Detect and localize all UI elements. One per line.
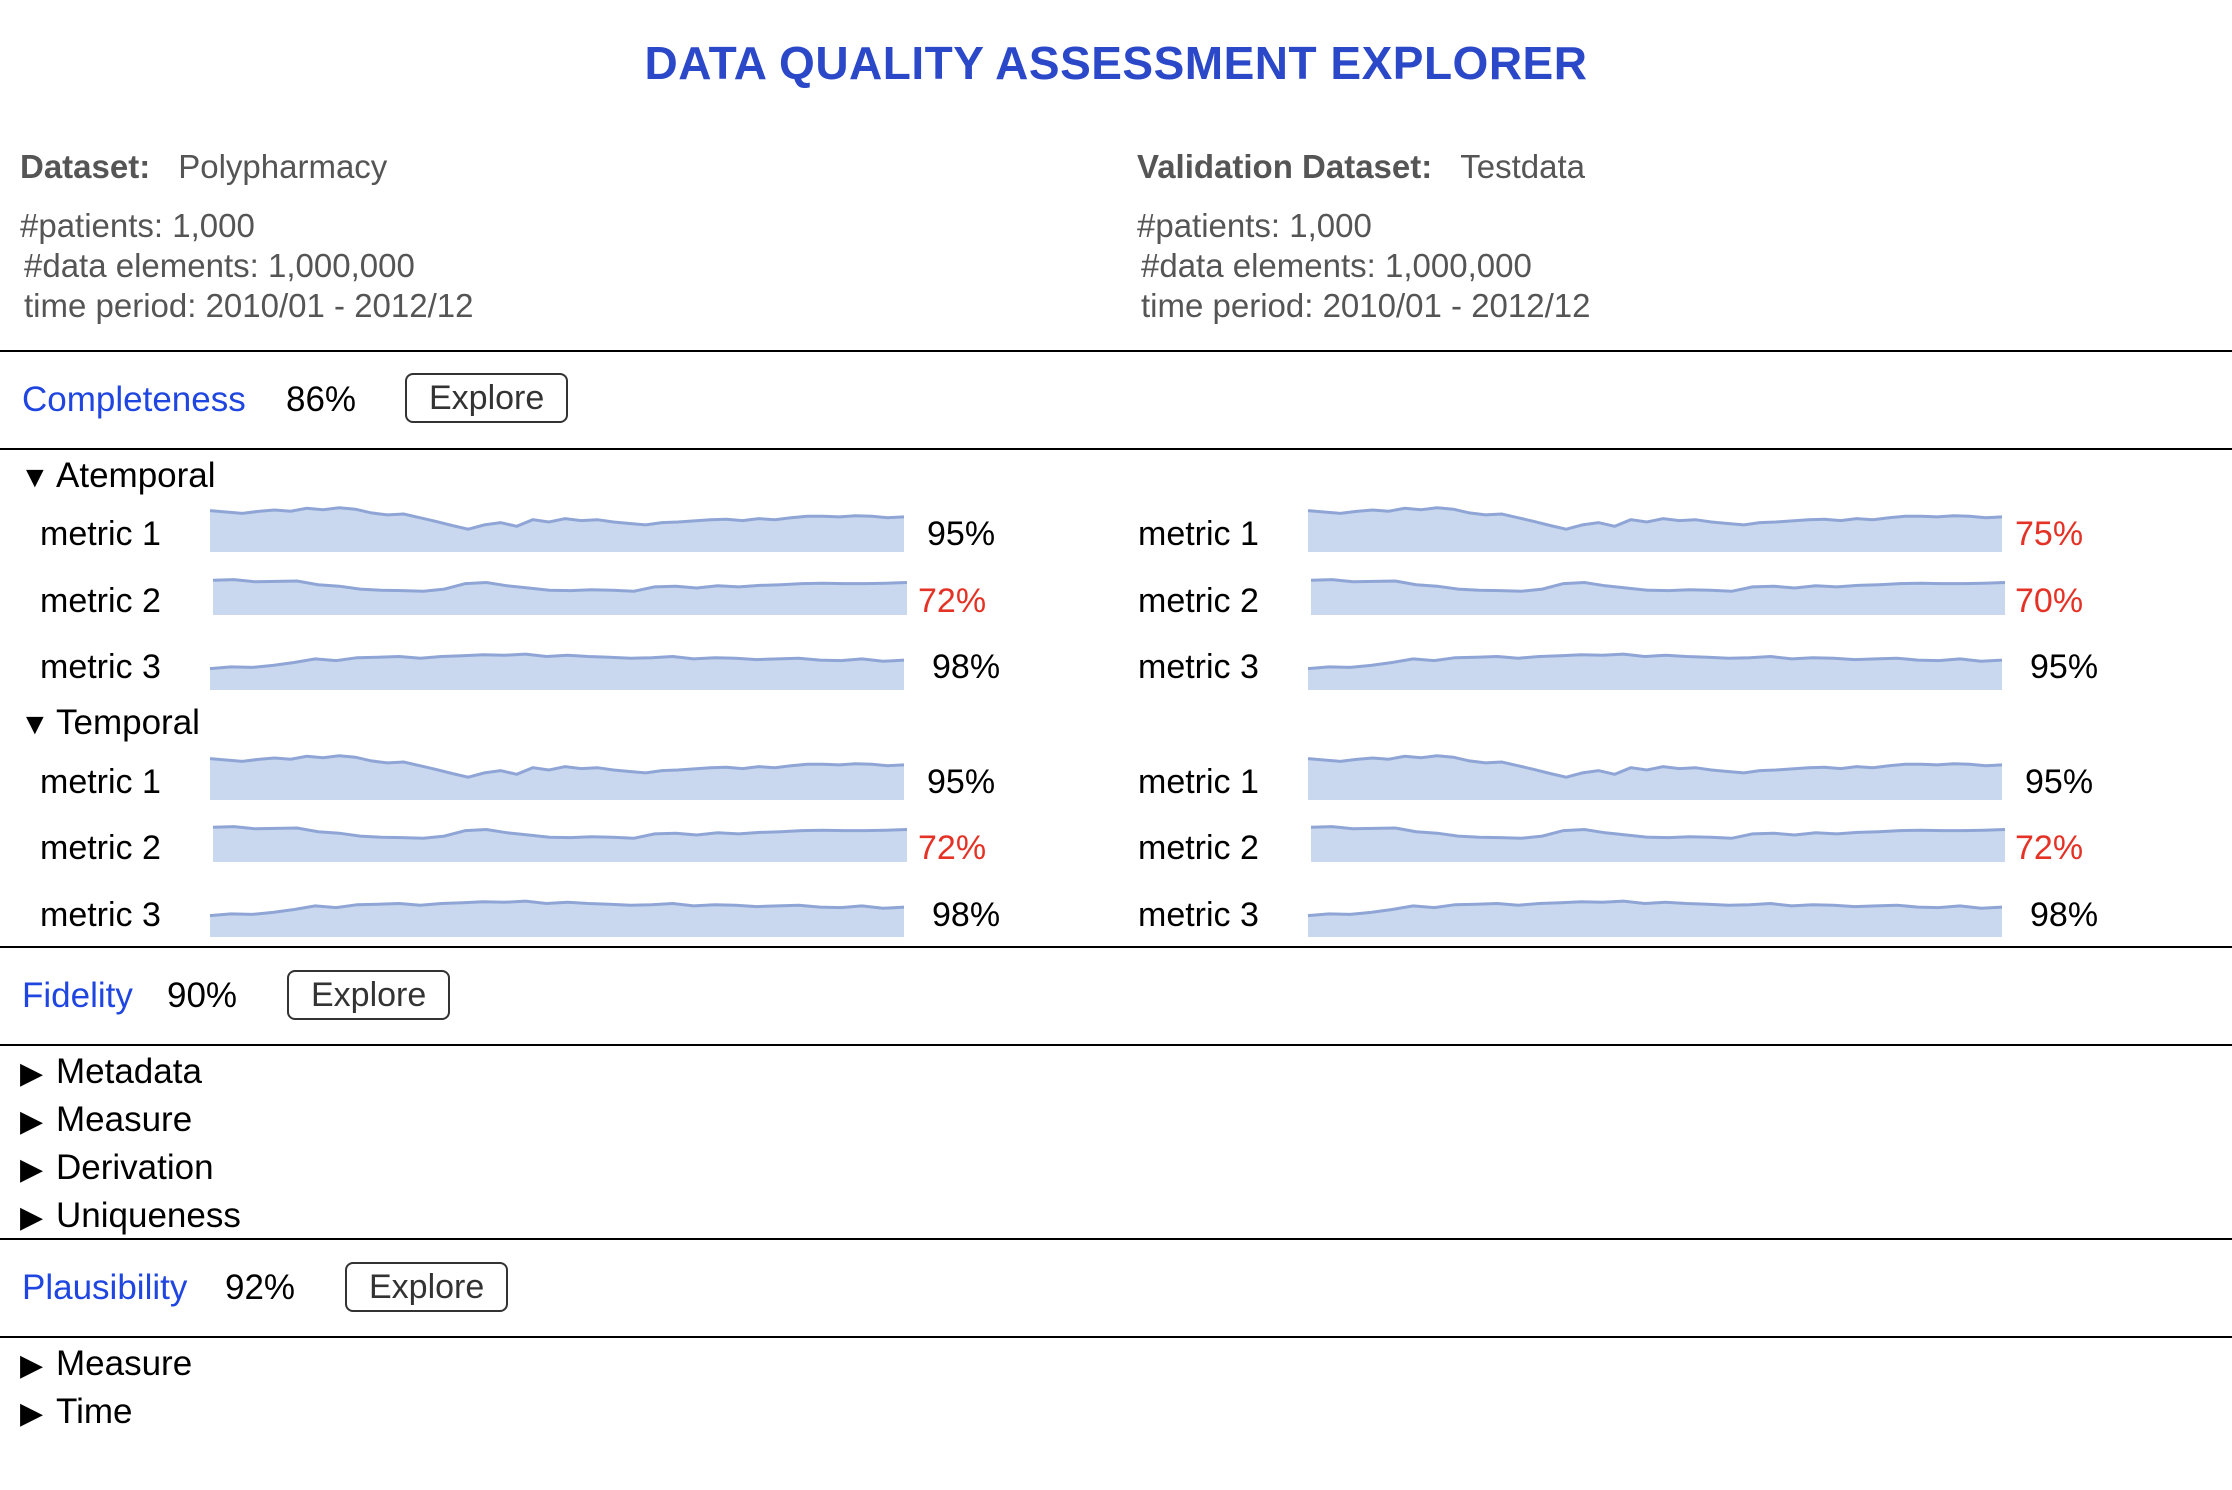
metric-label: metric 3 bbox=[40, 648, 161, 686]
metric-value: 98% bbox=[2030, 896, 2099, 934]
sparkline-chart bbox=[1307, 754, 2003, 800]
completeness-link[interactable]: Completeness bbox=[22, 380, 246, 420]
validation-name: Testdata bbox=[1460, 148, 1585, 185]
page-title: DATA QUALITY ASSESSMENT EXPLORER bbox=[644, 37, 1588, 89]
triangle-right-icon: ▶ bbox=[20, 1105, 44, 1138]
sparkline-chart bbox=[209, 652, 905, 690]
sparkline-chart bbox=[209, 754, 905, 800]
fidelity-score: 90% bbox=[167, 976, 238, 1015]
sparkline-chart bbox=[1310, 825, 2006, 862]
group-measure[interactable]: ▶ Measure bbox=[20, 1344, 192, 1384]
triangle-right-icon: ▶ bbox=[20, 1397, 44, 1430]
plausibility-link[interactable]: Plausibility bbox=[22, 1268, 187, 1308]
metric-label: metric 1 bbox=[1138, 515, 1259, 553]
metric-value: 95% bbox=[927, 763, 996, 801]
sparkline-chart bbox=[212, 578, 908, 615]
triangle-down-icon: ▼ bbox=[20, 708, 50, 741]
metric-label: metric 2 bbox=[1138, 829, 1259, 867]
completeness-explore-button[interactable]: Explore bbox=[405, 373, 569, 423]
dataset-name: Polypharmacy bbox=[178, 148, 388, 185]
sparkline-area bbox=[210, 755, 904, 800]
completeness-score: 86% bbox=[286, 380, 357, 419]
metric-value: 72% bbox=[918, 582, 987, 620]
validation-elements: #data elements: 1,000,000 bbox=[1141, 247, 1532, 284]
dataset-period: time period: 2010/01 - 2012/12 bbox=[24, 287, 474, 324]
dataset-info: Dataset: Polypharmacy bbox=[20, 148, 387, 186]
metric-value: 95% bbox=[2030, 648, 2099, 686]
sparkline-area bbox=[210, 507, 904, 552]
sparkline-chart bbox=[1307, 652, 2003, 690]
metric-value: 72% bbox=[2015, 829, 2084, 867]
sparkline-chart bbox=[209, 506, 905, 552]
triangle-right-icon: ▶ bbox=[20, 1057, 44, 1090]
group-measure[interactable]: ▶ Measure bbox=[20, 1100, 192, 1140]
validation-label: Validation Dataset: bbox=[1137, 148, 1433, 185]
sparkline-chart bbox=[1307, 506, 2003, 552]
validation-patients: #patients: 1,000 bbox=[1137, 207, 1372, 244]
group-uniqueness[interactable]: ▶ Uniqueness bbox=[20, 1196, 241, 1236]
sparkline-chart bbox=[209, 899, 905, 937]
metric-value: 98% bbox=[932, 648, 1001, 686]
group-atemporal[interactable]: ▼ Atemporal bbox=[20, 456, 216, 496]
triangle-right-icon: ▶ bbox=[20, 1153, 44, 1186]
metric-value: 95% bbox=[927, 515, 996, 553]
triangle-right-icon: ▶ bbox=[20, 1201, 44, 1234]
metric-value: 72% bbox=[918, 829, 987, 867]
dataset-label: Dataset: bbox=[20, 148, 151, 185]
metric-value: 95% bbox=[2025, 763, 2094, 801]
fidelity-link[interactable]: Fidelity bbox=[22, 976, 133, 1016]
group-label: Measure bbox=[56, 1344, 193, 1383]
group-label: Derivation bbox=[56, 1148, 214, 1187]
metric-label: metric 2 bbox=[40, 829, 161, 867]
metric-label: metric 2 bbox=[40, 582, 161, 620]
group-label: Measure bbox=[56, 1100, 193, 1139]
metric-label: metric 2 bbox=[1138, 582, 1259, 620]
metric-label: metric 1 bbox=[40, 515, 161, 553]
group-label: Metadata bbox=[56, 1052, 202, 1091]
metric-label: metric 3 bbox=[40, 896, 161, 934]
sparkline-chart bbox=[1310, 578, 2006, 615]
fidelity-explore-button[interactable]: Explore bbox=[287, 970, 451, 1020]
group-derivation[interactable]: ▶ Derivation bbox=[20, 1148, 214, 1188]
plausibility-header bbox=[0, 1238, 2232, 1338]
group-temporal[interactable]: ▼ Temporal bbox=[20, 703, 200, 743]
group-label: Uniqueness bbox=[56, 1196, 241, 1235]
metric-label: metric 3 bbox=[1138, 648, 1259, 686]
metric-label: metric 3 bbox=[1138, 896, 1259, 934]
sparkline-chart bbox=[1307, 899, 2003, 937]
triangle-down-icon: ▼ bbox=[20, 461, 50, 494]
triangle-right-icon: ▶ bbox=[20, 1349, 44, 1382]
group-label: Time bbox=[56, 1392, 133, 1431]
metric-label: metric 1 bbox=[40, 763, 161, 801]
sparkline-chart bbox=[212, 825, 908, 862]
metric-value: 70% bbox=[2015, 582, 2084, 620]
group-label: Temporal bbox=[56, 703, 200, 742]
group-label: Atemporal bbox=[56, 456, 216, 495]
dataset-elements: #data elements: 1,000,000 bbox=[24, 247, 415, 284]
group-metadata[interactable]: ▶ Metadata bbox=[20, 1052, 202, 1092]
plausibility-score: 92% bbox=[225, 1268, 296, 1307]
sparkline-area bbox=[1308, 507, 2002, 552]
metric-value: 98% bbox=[932, 896, 1001, 934]
plausibility-explore-button[interactable]: Explore bbox=[345, 1262, 509, 1312]
validation-info: Validation Dataset: Testdata bbox=[1137, 148, 1585, 186]
dataset-patients: #patients: 1,000 bbox=[20, 207, 255, 244]
validation-period: time period: 2010/01 - 2012/12 bbox=[1141, 287, 1591, 324]
group-time[interactable]: ▶ Time bbox=[20, 1392, 132, 1432]
sparkline-area bbox=[1308, 755, 2002, 800]
metric-label: metric 1 bbox=[1138, 763, 1259, 801]
metric-value: 75% bbox=[2015, 515, 2084, 553]
